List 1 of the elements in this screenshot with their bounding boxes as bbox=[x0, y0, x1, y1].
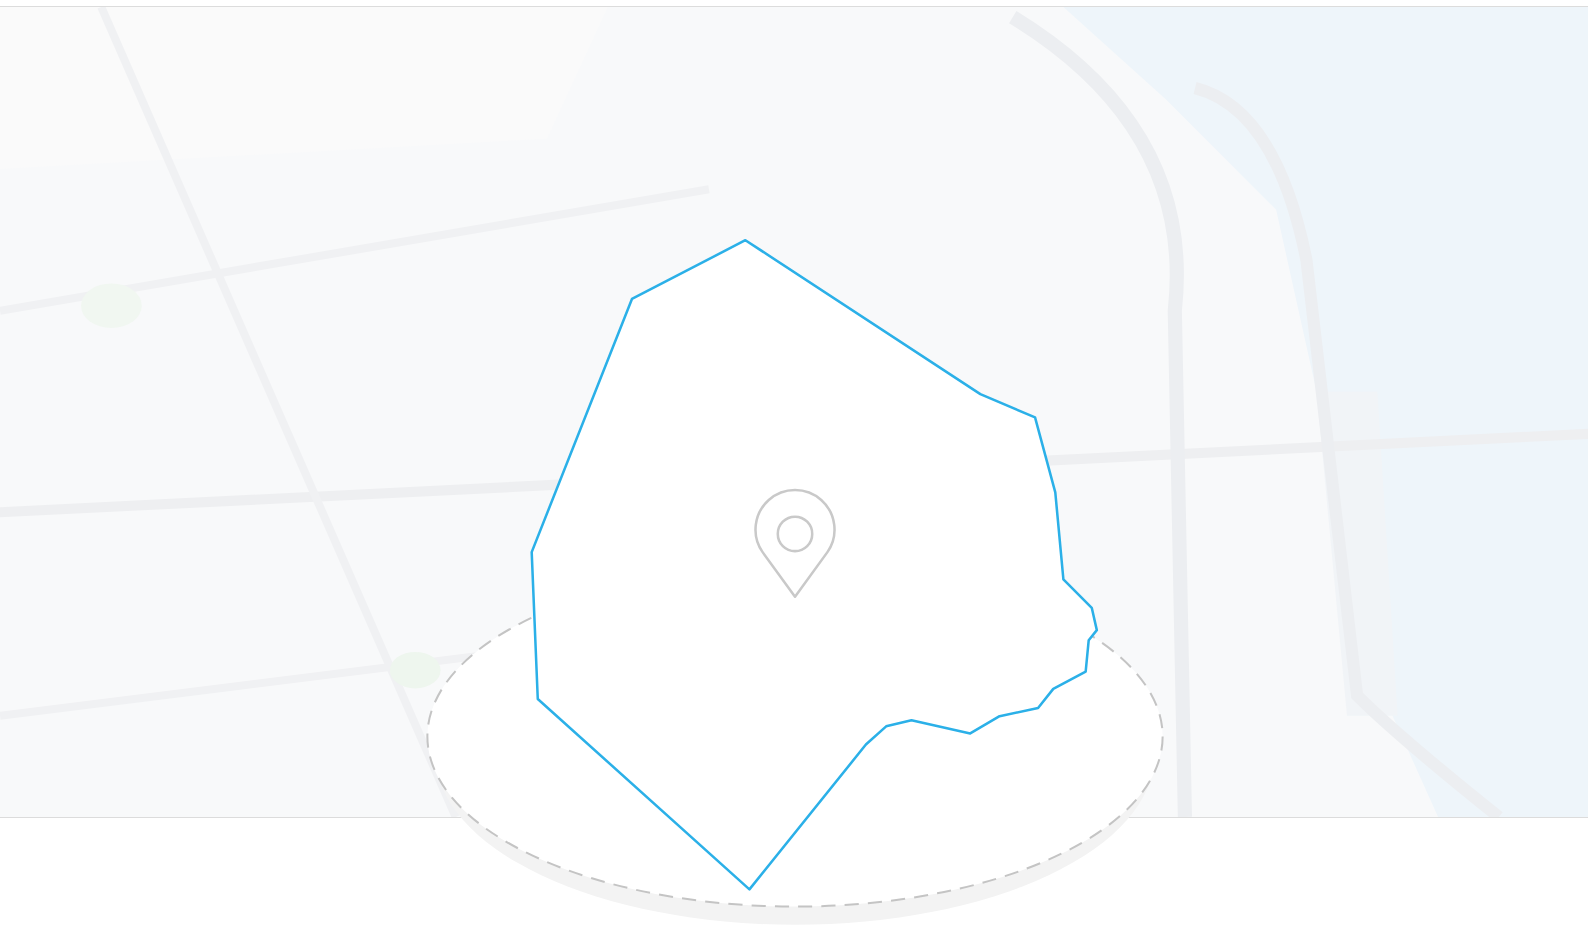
map-pin-icon bbox=[754, 488, 836, 598]
